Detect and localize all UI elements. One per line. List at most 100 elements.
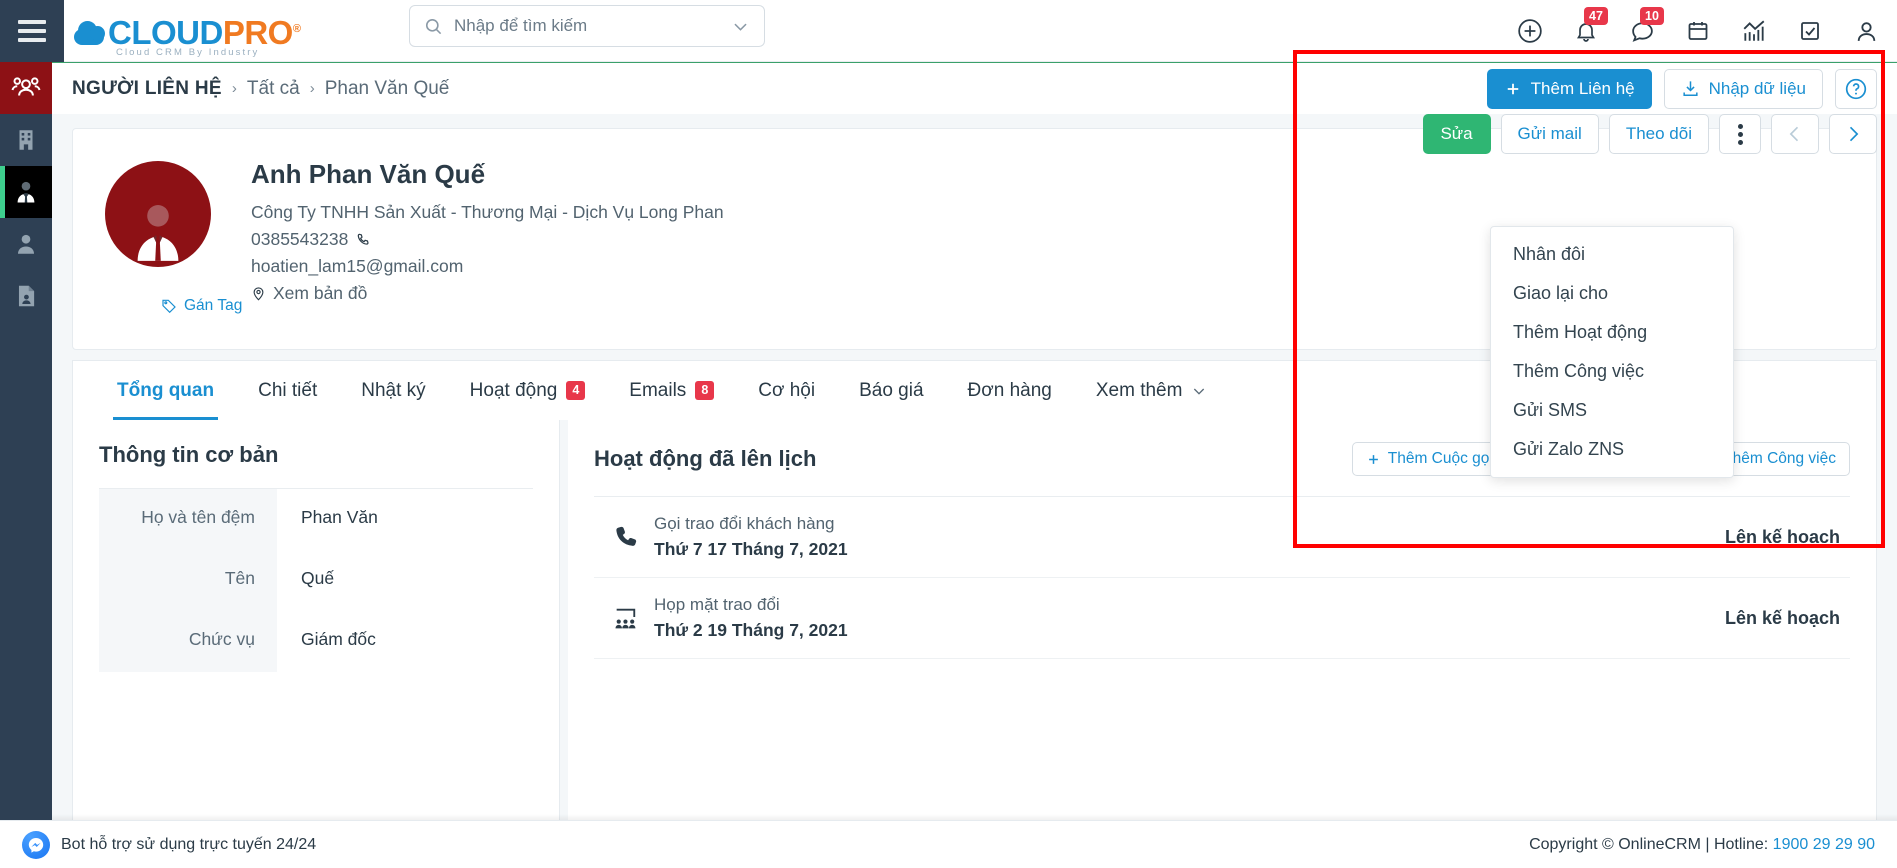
chevron-down-icon[interactable] bbox=[731, 17, 750, 36]
sidebar-item-contacts-group[interactable] bbox=[0, 62, 52, 114]
user-icon[interactable] bbox=[1853, 18, 1879, 44]
activity-row[interactable]: Gọi trao đổi khách hàng Thứ 7 17 Tháng 7… bbox=[594, 497, 1850, 578]
search-icon bbox=[425, 18, 442, 34]
breadcrumb-separator: › bbox=[309, 80, 315, 97]
menu-item-nhan-doi[interactable]: Nhân đôi bbox=[1491, 235, 1733, 274]
tab-co-hoi[interactable]: Cơ hội bbox=[736, 361, 837, 421]
phone-icon bbox=[598, 524, 654, 551]
top-icon-group: 47 10 bbox=[1517, 0, 1879, 62]
contact-phone: 0385543238 bbox=[251, 226, 724, 253]
download-icon bbox=[1683, 81, 1698, 96]
more-actions-button[interactable] bbox=[1719, 114, 1761, 154]
activity-title: Gọi trao đổi khách hàng bbox=[654, 514, 835, 533]
follow-button[interactable]: Theo dõi bbox=[1608, 114, 1709, 154]
view-map-link[interactable]: Xem bản đồ bbox=[251, 280, 724, 307]
basic-info-title: Thông tin cơ bản bbox=[99, 442, 279, 467]
map-pin-icon bbox=[253, 287, 264, 301]
contact-phone-label: 0385543238 bbox=[251, 229, 349, 250]
assign-tag-label: Gán Tag bbox=[184, 297, 243, 314]
hotline-link[interactable]: 1900 29 29 90 bbox=[1773, 836, 1875, 853]
tab-xem-them[interactable]: Xem thêm bbox=[1074, 361, 1230, 421]
add-call-button[interactable]: Thêm Cuộc gọi bbox=[1351, 442, 1507, 476]
prev-record-button[interactable] bbox=[1771, 114, 1819, 154]
tab-label: Chi tiết bbox=[258, 379, 318, 401]
contact-email[interactable]: hoatien_lam15@gmail.com bbox=[251, 253, 724, 280]
field-label: Tên bbox=[99, 550, 277, 611]
footer-bar: Bot hỗ trợ sử dụng trực tuyến 24/24 Copy… bbox=[0, 820, 1897, 868]
edit-label: Sửa bbox=[1440, 124, 1473, 143]
tab-count-badge: 8 bbox=[695, 381, 715, 400]
search-box[interactable]: Nhập để tìm kiếm bbox=[409, 5, 765, 47]
chat-badge: 10 bbox=[1640, 7, 1664, 26]
edit-button[interactable]: Sửa bbox=[1422, 114, 1491, 154]
cloud-icon bbox=[74, 21, 108, 47]
tab-emails[interactable]: Emails 8 bbox=[607, 361, 736, 421]
tab-tong-quan[interactable]: Tổng quan bbox=[95, 361, 236, 421]
activity-main: Họp mặt trao đổi Thứ 2 19 Tháng 7, 2021 bbox=[654, 595, 1725, 641]
sidebar-item-lead[interactable] bbox=[0, 218, 52, 270]
calendar-icon[interactable] bbox=[1685, 18, 1711, 44]
breadcrumb-root[interactable]: NGƯỜI LIÊN HỆ bbox=[72, 78, 222, 100]
field-value: Giám đốc bbox=[301, 629, 376, 649]
tab-bao-gia[interactable]: Báo giá bbox=[837, 361, 945, 421]
help-button[interactable] bbox=[1835, 68, 1877, 109]
contact-company: Công Ty TNHH Sản Xuất - Thương Mại - Dịc… bbox=[251, 199, 724, 226]
field-label: Họ và tên đệm bbox=[99, 489, 277, 550]
person-avatar-icon bbox=[137, 205, 179, 261]
sidebar-item-contact-person[interactable] bbox=[0, 166, 52, 218]
assign-tag-link[interactable]: Gán Tag bbox=[161, 297, 242, 315]
breadcrumb: NGƯỜI LIÊN HỆ › Tất cả › Phan Văn Quế bbox=[72, 78, 449, 100]
chevron-down-icon bbox=[1194, 388, 1205, 395]
header-action-group: Thêm Liên hệ Nhập dữ liệu bbox=[1486, 68, 1877, 109]
support-bot-label: Bot hỗ trợ sử dụng trực tuyến 24/24 bbox=[61, 835, 317, 853]
meeting-icon bbox=[598, 605, 654, 632]
vertical-dots-icon bbox=[1737, 123, 1743, 145]
menu-item-them-hoat-dong[interactable]: Thêm Hoạt động bbox=[1491, 313, 1733, 352]
next-record-button[interactable] bbox=[1829, 114, 1877, 154]
menu-item-gui-sms[interactable]: Gửi SMS bbox=[1491, 391, 1733, 430]
menu-item-giao-lai-cho[interactable]: Giao lại cho bbox=[1491, 274, 1733, 313]
scheduled-activities-title: Hoạt động đã lên lịch bbox=[594, 446, 817, 471]
plus-circle-icon[interactable] bbox=[1517, 18, 1543, 44]
tab-label: Cơ hội bbox=[758, 379, 816, 401]
chart-icon[interactable] bbox=[1741, 18, 1767, 44]
search-input[interactable]: Nhập để tìm kiếm bbox=[454, 16, 720, 36]
phone-icon[interactable] bbox=[355, 232, 371, 248]
profile-info: Anh Phan Văn Quế Công Ty TNHH Sản Xuất -… bbox=[251, 159, 724, 308]
field-row: Tên Quế bbox=[99, 550, 533, 611]
send-mail-button[interactable]: Gửi mail bbox=[1500, 114, 1599, 154]
sidebar-item-document[interactable] bbox=[0, 270, 52, 322]
import-data-button[interactable]: Nhập dữ liệu bbox=[1663, 68, 1823, 109]
tab-hoat-dong[interactable]: Hoạt động 4 bbox=[448, 361, 608, 421]
cloudpro-logo[interactable]: CLOUDPRO® Cloud CRM By Industry bbox=[74, 14, 301, 58]
people-group-icon bbox=[11, 77, 41, 96]
menu-item-gui-zalo-zns[interactable]: Gửi Zalo ZNS bbox=[1491, 430, 1733, 469]
follow-label: Theo dõi bbox=[1625, 124, 1692, 143]
breadcrumb-all[interactable]: Tất cả bbox=[247, 78, 300, 100]
field-row: Chức vụ Giám đốc bbox=[99, 611, 533, 672]
menu-item-them-cong-viec[interactable]: Thêm Công việc bbox=[1491, 352, 1733, 391]
activity-row[interactable]: Họp mặt trao đổi Thứ 2 19 Tháng 7, 2021 … bbox=[594, 578, 1850, 659]
chat-bubble-icon[interactable]: 10 bbox=[1629, 7, 1664, 44]
checkbox-icon[interactable] bbox=[1797, 18, 1823, 44]
bell-icon[interactable]: 47 bbox=[1573, 7, 1608, 44]
tab-chi-tiet[interactable]: Chi tiết bbox=[236, 361, 339, 421]
logo-text: CLOUDPRO® bbox=[108, 14, 301, 51]
hamburger-icon[interactable] bbox=[0, 0, 64, 62]
support-bot-link[interactable]: Bot hỗ trợ sử dụng trực tuyến 24/24 bbox=[22, 830, 317, 859]
tab-nhat-ky[interactable]: Nhật ký bbox=[339, 361, 447, 421]
more-actions-dropdown: Nhân đôi Giao lại cho Thêm Hoạt động Thê… bbox=[1490, 226, 1734, 478]
document-person-icon bbox=[18, 285, 35, 307]
tab-label: Nhật ký bbox=[361, 379, 426, 401]
logo-cloud-text: CLOUD bbox=[108, 14, 223, 51]
breadcrumb-current: Phan Văn Quế bbox=[324, 77, 450, 99]
tab-label: Báo giá bbox=[859, 379, 924, 401]
tab-label: Đơn hàng bbox=[967, 379, 1052, 401]
tab-don-hang[interactable]: Đơn hàng bbox=[946, 361, 1074, 421]
sidebar-item-company[interactable] bbox=[0, 114, 52, 166]
app-root: CLOUDPRO® Cloud CRM By Industry Nhập để … bbox=[0, 0, 1897, 868]
plus-icon bbox=[1507, 83, 1518, 94]
activity-date: Thứ 7 17 Tháng 7, 2021 bbox=[654, 539, 848, 559]
add-contact-button[interactable]: Thêm Liên hệ bbox=[1486, 68, 1652, 109]
tab-label: Xem thêm bbox=[1095, 379, 1183, 401]
